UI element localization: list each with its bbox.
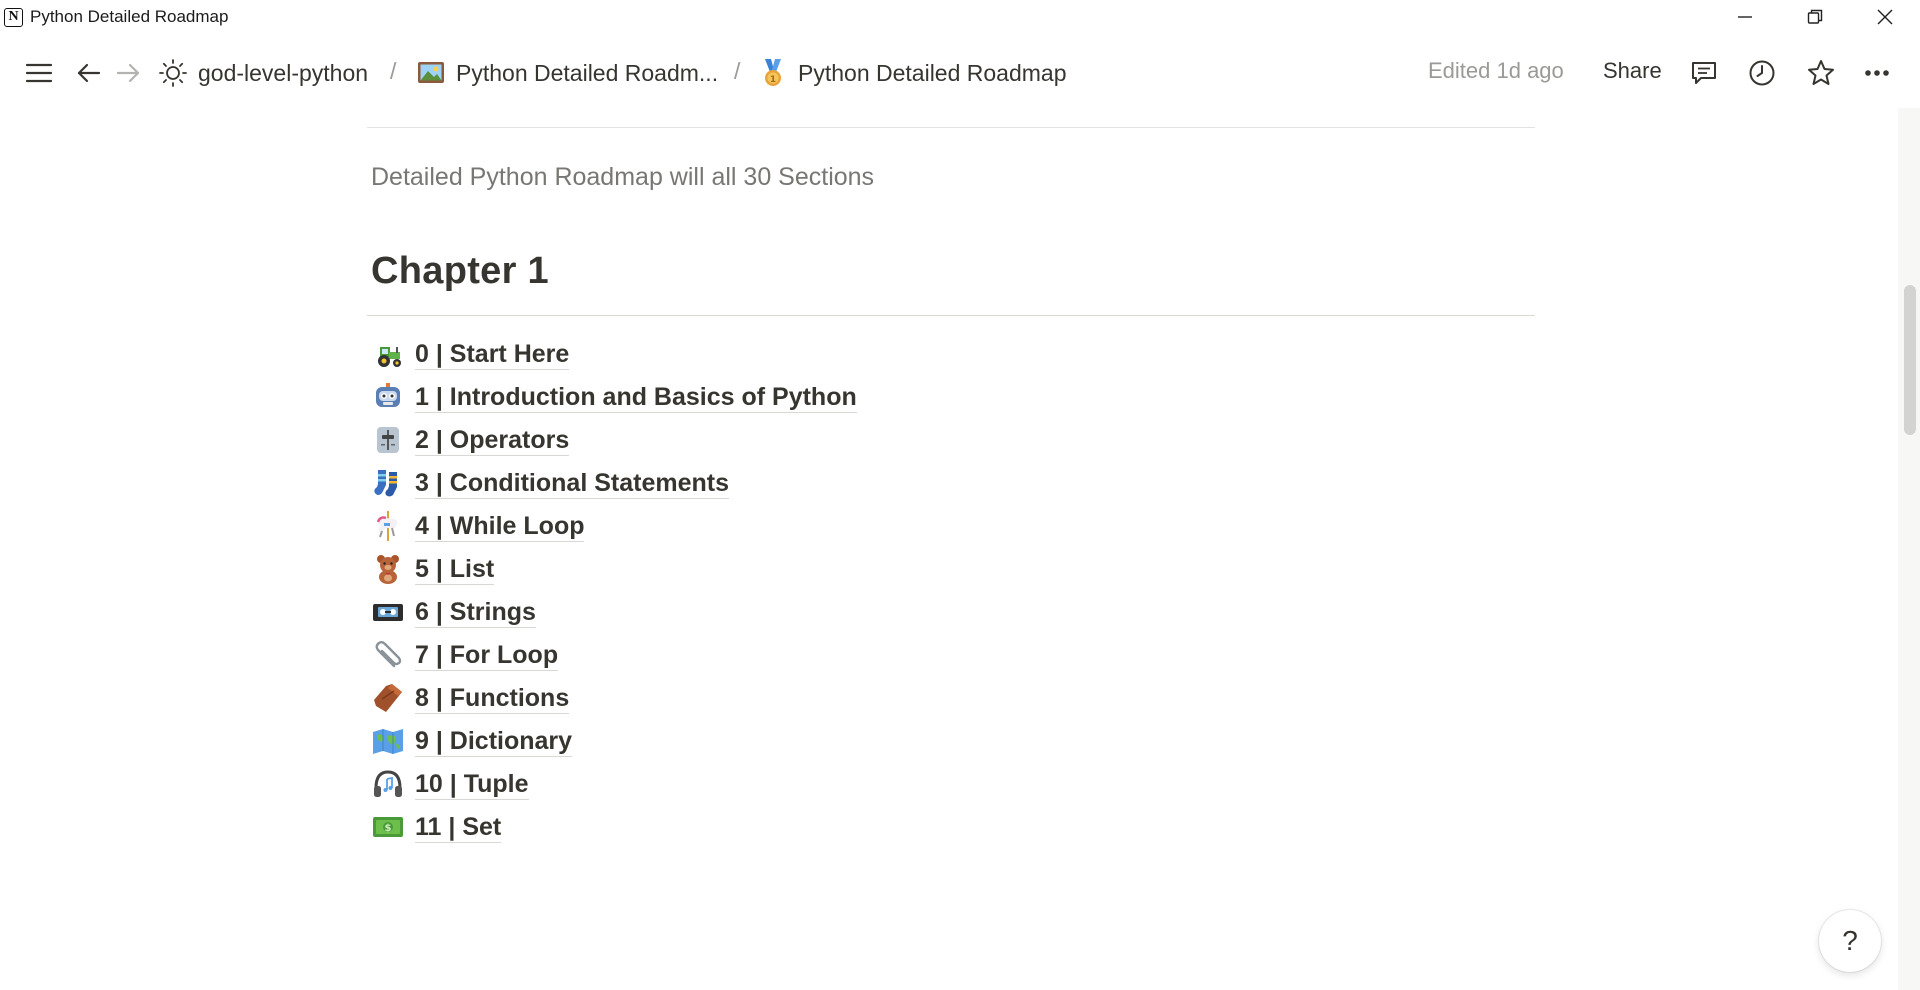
- scrollbar-thumb[interactable]: [1904, 285, 1916, 435]
- breadcrumb-parent-page[interactable]: Python Detailed Roadm...: [416, 58, 718, 88]
- coffin-icon: [371, 681, 405, 715]
- socks-icon: [371, 466, 405, 500]
- scrollbar-track[interactable]: [1898, 108, 1920, 990]
- favorite-button[interactable]: [1804, 56, 1838, 90]
- arrow-right-icon: [116, 63, 140, 83]
- page-link-label: 3 | Conditional Statements: [415, 468, 729, 499]
- page-link-strings[interactable]: 6 | Strings: [371, 592, 536, 632]
- breadcrumb-label: god-level-python: [198, 59, 369, 86]
- breadcrumb-label: Python Detailed Roadmap: [798, 59, 1067, 86]
- page-link-set[interactable]: $ 11 | Set: [371, 807, 502, 847]
- restore-button[interactable]: [1780, 0, 1850, 34]
- sun-icon: [159, 59, 187, 87]
- page-link-while-loop[interactable]: 4 | While Loop: [371, 506, 585, 546]
- breadcrumb-label: Python Detailed Roadm...: [456, 59, 719, 86]
- paperclip-icon: [371, 638, 405, 672]
- minimize-button[interactable]: [1710, 0, 1780, 34]
- heading-underline: [367, 315, 1535, 316]
- page-link-tuple[interactable]: 10 | Tuple: [371, 764, 529, 804]
- breadcrumb-separator: /: [734, 58, 741, 84]
- svg-text:1: 1: [770, 75, 776, 85]
- picture-icon: [418, 62, 444, 83]
- chapter-heading: Chapter 1: [371, 250, 549, 292]
- back-button[interactable]: [72, 56, 106, 90]
- page-description: Detailed Python Roadmap will all 30 Sect…: [371, 163, 875, 191]
- svg-text:$: $: [385, 823, 392, 834]
- page-link-conditional-statements[interactable]: 3 | Conditional Statements: [371, 463, 729, 503]
- world-map-icon: [371, 724, 405, 758]
- page-link-label: 9 | Dictionary: [415, 726, 573, 757]
- close-window-button[interactable]: [1850, 0, 1920, 34]
- share-button[interactable]: Share: [1603, 58, 1662, 84]
- close-icon: [1877, 9, 1893, 25]
- more-horizontal-icon: [1865, 70, 1889, 76]
- page-link-label: 7 | For Loop: [415, 640, 559, 671]
- page-link-functions[interactable]: 8 | Functions: [371, 678, 570, 718]
- page-link-operators[interactable]: 2 | Operators: [371, 420, 570, 460]
- restore-icon: [1807, 9, 1823, 24]
- page-link-label: 1 | Introduction and Basics of Python: [415, 382, 857, 413]
- forward-button[interactable]: [111, 56, 145, 90]
- page-link-for-loop[interactable]: 7 | For Loop: [371, 635, 559, 675]
- sidebar-toggle-button[interactable]: [22, 56, 56, 90]
- divider: [367, 127, 1535, 128]
- tractor-icon: [371, 337, 405, 371]
- page-link-label: 6 | Strings: [415, 597, 536, 628]
- carousel-horse-icon: [371, 509, 405, 543]
- edited-timestamp: Edited 1d ago: [1428, 58, 1564, 83]
- videocassette-icon: [371, 595, 405, 629]
- page-link-label: 5 | List: [415, 554, 495, 585]
- page-link-label: 2 | Operators: [415, 425, 570, 456]
- page-link-label: 0 | Start Here: [415, 339, 570, 370]
- breadcrumb-current-page[interactable]: 1 Python Detailed Roadmap: [758, 58, 1067, 88]
- comment-icon: [1692, 62, 1716, 84]
- level-slider-icon: [371, 423, 405, 457]
- page-link-label: 8 | Functions: [415, 683, 570, 714]
- window-titlebar: N Python Detailed Roadmap: [0, 0, 1920, 34]
- medal-icon: 1: [765, 59, 781, 86]
- page-link-introduction[interactable]: 1 | Introduction and Basics of Python: [371, 377, 857, 417]
- breadcrumb-workspace[interactable]: god-level-python: [158, 58, 368, 88]
- page-link-label: 10 | Tuple: [415, 769, 529, 800]
- page-link-start-here[interactable]: 0 | Start Here: [371, 334, 570, 374]
- arrow-left-icon: [77, 63, 101, 83]
- page-link-label: 11 | Set: [415, 812, 502, 843]
- page-link-list[interactable]: 5 | List: [371, 549, 495, 589]
- clock-icon: [1749, 60, 1775, 86]
- page-link-label: 4 | While Loop: [415, 511, 585, 542]
- headphones-icon: [371, 767, 405, 801]
- notion-logo-icon: N: [4, 8, 23, 27]
- minimize-icon: [1738, 16, 1752, 18]
- comments-button[interactable]: [1687, 56, 1721, 90]
- updates-button[interactable]: [1745, 56, 1779, 90]
- hamburger-menu-icon: [25, 63, 53, 83]
- more-options-button[interactable]: [1860, 56, 1894, 90]
- top-navbar: god-level-python / Python Detailed Roadm…: [0, 48, 1920, 98]
- window-title: Python Detailed Roadmap: [30, 7, 229, 26]
- breadcrumb-separator: /: [390, 58, 397, 84]
- star-icon: [1808, 60, 1834, 85]
- dollar-banknote-icon: $: [371, 810, 405, 844]
- help-button[interactable]: ?: [1819, 910, 1881, 972]
- page-link-dictionary[interactable]: 9 | Dictionary: [371, 721, 573, 761]
- teddy-bear-icon: [371, 552, 405, 586]
- robot-icon: [371, 380, 405, 414]
